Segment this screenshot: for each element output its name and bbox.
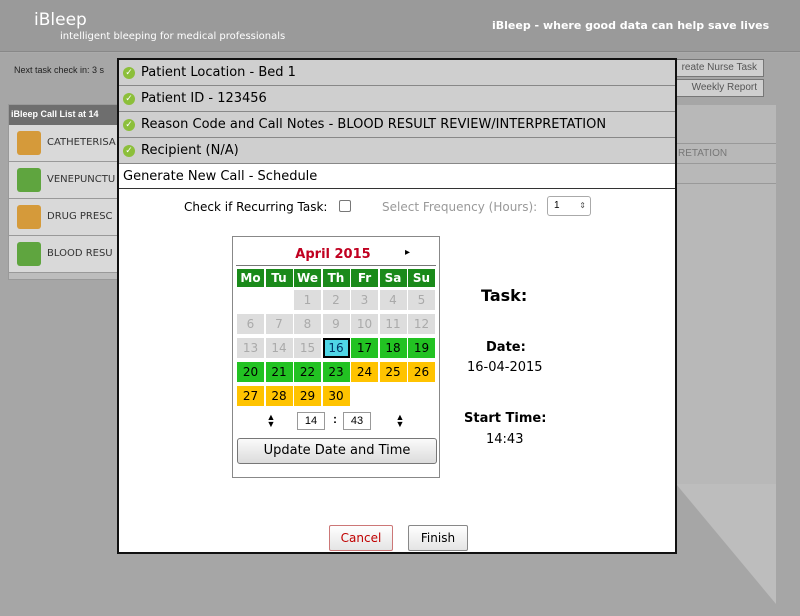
- calendar-day[interactable]: 28: [265, 386, 293, 406]
- hour-spinner-icon[interactable]: ▲ ▼: [266, 413, 276, 429]
- calendar-day[interactable]: 24: [351, 362, 378, 382]
- background-shadow: [676, 484, 776, 604]
- calendar-day: 15: [294, 338, 321, 358]
- create-nurse-task-button[interactable]: reate Nurse Task: [676, 59, 764, 77]
- start-time-label: Start Time:: [464, 411, 547, 426]
- calendar-day[interactable]: 17: [351, 338, 378, 358]
- calendar-day[interactable]: 21: [265, 362, 293, 382]
- brand-logo: iBleep: [34, 10, 87, 30]
- date-label: Date:: [486, 340, 526, 355]
- calendar-day: 9: [322, 314, 350, 334]
- task-label: Task:: [481, 286, 528, 305]
- call-item-label: BLOOD RESU: [47, 248, 113, 259]
- recurring-label: Check if Recurring Task:: [184, 200, 328, 214]
- hour-input[interactable]: [297, 412, 325, 430]
- calendar-day: 12: [408, 314, 435, 334]
- next-task-check: Next task check in: 3 s: [14, 65, 105, 75]
- check-icon: ✓: [123, 145, 135, 157]
- divider: [119, 188, 675, 189]
- call-list-title: iBleep Call List at 14: [9, 105, 119, 125]
- calendar-day[interactable]: 20: [237, 362, 264, 382]
- weekday-header: We: [294, 269, 321, 287]
- weekday-header: Su: [408, 269, 435, 287]
- background-row: [676, 164, 776, 184]
- next-month-icon[interactable]: ▸: [405, 247, 410, 258]
- list-item[interactable]: DRUG PRESC: [9, 199, 119, 236]
- date-value: 16-04-2015: [467, 360, 543, 375]
- calendar-day[interactable]: 18: [379, 338, 407, 358]
- list-item[interactable]: BLOOD RESU: [9, 236, 119, 273]
- accordion-label: Reason Code and Call Notes - BLOOD RESUL…: [141, 117, 607, 132]
- background-row: RETATION: [676, 144, 776, 164]
- finish-button[interactable]: Finish: [408, 525, 468, 551]
- minute-spinner-icon[interactable]: ▲ ▼: [395, 413, 405, 429]
- thumbs-up-icon: [17, 168, 41, 192]
- section-title: Generate New Call - Schedule: [123, 169, 318, 184]
- call-item-label: VENEPUNCTU: [47, 174, 116, 185]
- rss-icon: [17, 131, 41, 155]
- weekday-header: Th: [322, 269, 350, 287]
- header-slogan: iBleep - where good data can help save l…: [492, 19, 770, 32]
- accordion-patient-location[interactable]: ✓ Patient Location - Bed 1: [119, 60, 675, 86]
- call-list-panel: iBleep Call List at 14 CATHETERISA VENEP…: [8, 104, 120, 280]
- calendar-day[interactable]: 22: [294, 362, 321, 382]
- accordion-label: Patient Location - Bed 1: [141, 65, 296, 80]
- calendar-day: 6: [237, 314, 264, 334]
- time-separator: :: [333, 412, 337, 426]
- calendar-day[interactable]: 27: [237, 386, 264, 406]
- call-item-label: CATHETERISA: [47, 137, 116, 148]
- thumbs-up-icon: [17, 242, 41, 266]
- call-item-label: DRUG PRESC: [47, 211, 113, 222]
- calendar-day[interactable]: 26: [408, 362, 435, 382]
- rss-icon: [17, 205, 41, 229]
- check-icon: ✓: [123, 67, 135, 79]
- list-item[interactable]: VENEPUNCTU: [9, 162, 119, 199]
- recurring-checkbox[interactable]: [339, 200, 351, 212]
- calendar-month: April 2015: [295, 247, 371, 262]
- weekday-header: Fr: [351, 269, 378, 287]
- calendar-day: 14: [265, 338, 293, 358]
- weekly-report-button[interactable]: Weekly Report: [676, 79, 764, 97]
- accordion-recipient[interactable]: ✓ Recipient (N/A): [119, 138, 675, 164]
- start-time-value: 14:43: [486, 432, 524, 447]
- calendar-day[interactable]: 23: [322, 362, 350, 382]
- weekday-header: Tu: [265, 269, 293, 287]
- calendar-day: 4: [379, 290, 407, 310]
- calendar-day: 8: [294, 314, 321, 334]
- frequency-label: Select Frequency (Hours):: [382, 200, 538, 214]
- accordion-label: Patient ID - 123456: [141, 91, 267, 106]
- update-date-time-button[interactable]: Update Date and Time: [237, 438, 437, 464]
- calendar-day: 13: [237, 338, 264, 358]
- calendar-day: 7: [265, 314, 293, 334]
- calendar-day: 11: [379, 314, 407, 334]
- brand-tagline: intelligent bleeping for medical profess…: [60, 31, 286, 42]
- divider: [236, 265, 436, 266]
- minute-input[interactable]: [343, 412, 371, 430]
- calendar-day: 2: [322, 290, 350, 310]
- calendar-day: 1: [294, 290, 321, 310]
- calendar-day: 3: [351, 290, 378, 310]
- calendar-day[interactable]: 19: [408, 338, 435, 358]
- chevron-updown-icon: ⇕: [579, 201, 586, 210]
- weekday-header: Sa: [379, 269, 407, 287]
- check-icon: ✓: [123, 119, 135, 131]
- frequency-value: 1: [554, 200, 560, 211]
- accordion-patient-id[interactable]: ✓ Patient ID - 123456: [119, 86, 675, 112]
- app-header: iBleep intelligent bleeping for medical …: [0, 0, 800, 52]
- frequency-select[interactable]: 1 ⇕: [547, 196, 591, 216]
- calendar-day[interactable]: 29: [294, 386, 321, 406]
- calendar-day: 10: [351, 314, 378, 334]
- calendar-day-today[interactable]: 16: [322, 338, 350, 358]
- calendar-day: 5: [408, 290, 435, 310]
- background-row: [676, 122, 776, 144]
- calendar-day[interactable]: 30: [322, 386, 350, 406]
- accordion-label: Recipient (N/A): [141, 143, 239, 158]
- weekday-header: Mo: [237, 269, 264, 287]
- list-item[interactable]: CATHETERISA: [9, 125, 119, 162]
- schedule-dialog: ✓ Patient Location - Bed 1 ✓ Patient ID - …: [117, 58, 677, 554]
- cancel-button[interactable]: Cancel: [329, 525, 393, 551]
- calendar-day[interactable]: 25: [379, 362, 407, 382]
- check-icon: ✓: [123, 93, 135, 105]
- accordion-reason-code[interactable]: ✓ Reason Code and Call Notes - BLOOD RESU…: [119, 112, 675, 138]
